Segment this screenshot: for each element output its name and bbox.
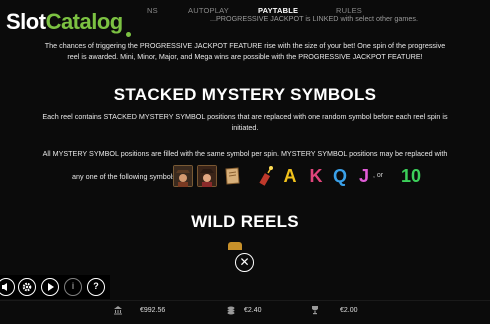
gear-icon[interactable] [18, 278, 36, 296]
progressive-paragraph-line1: The chances of triggering the PROGRESSIV… [44, 41, 446, 50]
letter-q-symbol: Q [332, 166, 347, 186]
letter-a-symbol: A [283, 166, 297, 186]
stacked-paragraph-line1: Each reel contains STACKED MYSTERY SYMBO… [42, 112, 448, 121]
cowgirl-symbol-icon [197, 165, 217, 187]
logo-dot [126, 32, 131, 37]
symbols-label: any one of the following symbols: [72, 172, 178, 181]
question-icon[interactable]: ? [87, 278, 105, 296]
close-icon[interactable]: ✕ [235, 253, 254, 272]
stacked-mystery-heading: STACKED MYSTERY SYMBOLS [113, 85, 377, 104]
dynamite-symbol-icon [259, 166, 273, 186]
logo-catalog-text: Catalog [45, 9, 124, 34]
or-separator: , or [373, 172, 384, 179]
cut-off-text: ...PROGRESSIVE JACKPOT is LINKED with se… [210, 14, 418, 23]
play-icon[interactable] [41, 278, 59, 296]
cowboy-symbol-icon [173, 165, 193, 187]
balance-value: €992.56 [140, 307, 166, 314]
scroll-symbol-icon [225, 167, 240, 185]
win-value: €2.00 [340, 307, 358, 314]
wild-reels-heading: WILD REELS [191, 212, 299, 231]
progressive-paragraph-line2: reel is awarded. Mini, Minor, Major, and… [67, 52, 423, 61]
coins-icon [226, 305, 236, 315]
trophy-icon [310, 305, 320, 315]
letter-k-symbol: K [309, 166, 323, 186]
bottom-bar: €992.56 €2.40 €2.00 [0, 300, 490, 324]
logo-slot-text: Slot [6, 9, 46, 34]
watermark-logo: SlotCatalog [6, 9, 123, 35]
letter-j-symbol: J [358, 166, 369, 186]
wild-symbol-icon [228, 242, 242, 250]
info-icon[interactable]: i [64, 278, 82, 296]
bank-icon [113, 305, 123, 315]
stacked-paragraph-line2: initiated. [231, 123, 259, 132]
mystery-symbols-row: any one of the following symbols: A K Q … [0, 165, 490, 189]
bet-value: €2.40 [244, 307, 262, 314]
letter-10-symbol: 10 [400, 166, 422, 186]
mystery-paragraph: All MYSTERY SYMBOL positions are filled … [42, 149, 448, 158]
